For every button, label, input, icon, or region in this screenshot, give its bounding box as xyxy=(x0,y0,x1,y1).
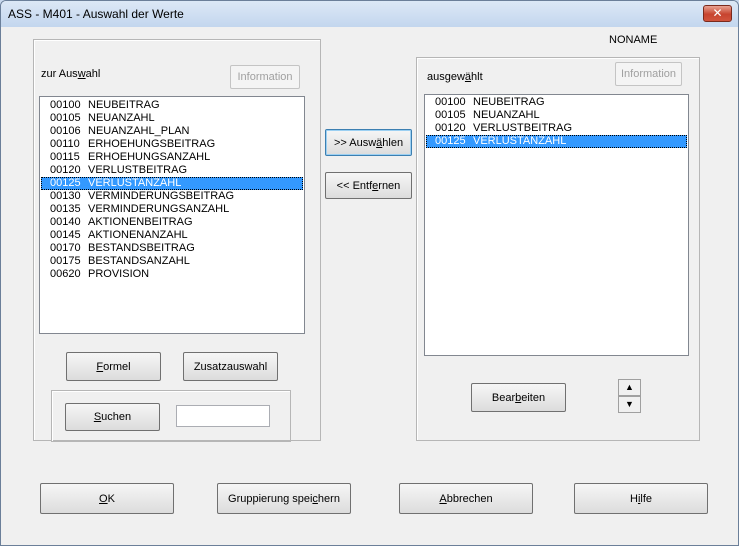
list-item[interactable]: 00170 BESTANDSBEITRAG xyxy=(41,242,303,255)
item-code: 00170 xyxy=(50,242,81,254)
list-item[interactable]: 00145 AKTIONENANZAHL xyxy=(41,229,303,242)
item-code: 00115 xyxy=(50,151,80,163)
item-name: PROVISION xyxy=(88,268,150,280)
item-code: 00110 xyxy=(50,138,80,150)
item-code: 00145 xyxy=(50,229,81,241)
list-item[interactable]: 00140 AKTIONENBEITRAG xyxy=(41,216,303,229)
left-information-button[interactable]: Information xyxy=(230,65,300,89)
item-code: 00140 xyxy=(50,216,81,228)
list-item[interactable]: 00105 NEUANZAHL xyxy=(41,112,303,125)
item-name: NEUANZAHL_PLAN xyxy=(88,125,190,137)
formel-button[interactable]: Formel xyxy=(66,352,161,381)
item-name: VERLUSTANZAHL xyxy=(88,177,182,189)
item-code: 00106 xyxy=(50,125,81,137)
list-item[interactable]: 00135 VERMINDERUNGSANZAHL xyxy=(41,203,303,216)
list-item[interactable]: 00120 VERLUSTBEITRAG xyxy=(426,122,687,135)
dialog-window: ASS - M401 - Auswahl der Werte ✕ NONAME … xyxy=(0,0,739,546)
item-code: 00100 xyxy=(50,99,81,111)
item-code: 00105 xyxy=(435,109,466,121)
list-item[interactable]: 00120 VERLUSTBEITRAG xyxy=(41,164,303,177)
selected-values-list[interactable]: 00100 NEUBEITRAG 00105 NEUANZAHL 00120 VERLUS… xyxy=(424,94,689,356)
up-arrow-icon: ▲ xyxy=(625,382,634,392)
abbrechen-button[interactable]: Abbrechen xyxy=(399,483,533,514)
item-name: BESTANDSBEITRAG xyxy=(88,242,195,254)
item-code: 00125 xyxy=(50,177,81,189)
list-item[interactable]: 00100 NEUBEITRAG xyxy=(41,99,303,112)
zusatzauswahl-button[interactable]: Zusatzauswahl xyxy=(183,352,278,381)
item-code: 00620 xyxy=(50,268,81,280)
window-title: ASS - M401 - Auswahl der Werte xyxy=(8,7,184,21)
right-information-button[interactable]: Information xyxy=(615,62,682,86)
auswaehlen-button[interactable]: >> Ausw ä hlen xyxy=(325,129,412,156)
list-item[interactable]: 00100 NEUBEITRAG xyxy=(426,96,687,109)
item-code: 00120 xyxy=(435,122,466,134)
item-name: VERLUSTBEITRAG xyxy=(473,122,573,134)
item-name: VERMINDERUNGSANZAHL xyxy=(88,203,230,215)
down-arrow-icon: ▼ xyxy=(625,399,634,409)
order-spinner: ▲ ▼ xyxy=(618,379,641,413)
item-name: AKTIONENBEITRAG xyxy=(88,216,193,228)
item-code: 00105 xyxy=(50,112,81,124)
move-down-button[interactable]: ▼ xyxy=(618,396,641,413)
search-input[interactable] xyxy=(176,405,270,427)
close-button[interactable]: ✕ xyxy=(703,5,732,22)
item-name: VERLUSTANZAHL xyxy=(473,135,567,147)
noname-label: NONAME xyxy=(609,34,658,46)
item-name: ERHOEHUNGSBEITRAG xyxy=(88,138,216,150)
list-item[interactable]: 00106 NEUANZAHL_PLAN xyxy=(41,125,303,138)
item-code: 00135 xyxy=(50,203,81,215)
bearbeiten-button[interactable]: Bear b eiten xyxy=(471,383,566,412)
item-code: 00120 xyxy=(50,164,81,176)
item-name: NEUBEITRAG xyxy=(88,99,160,111)
list-item[interactable]: 00130 VERMINDERUNGSBEITRAG xyxy=(41,190,303,203)
item-code: 00130 xyxy=(50,190,81,202)
dialog-client-area: NONAME zur Auswahl Information 00100 NEUB… xyxy=(1,27,738,545)
suchen-button[interactable]: Suchen xyxy=(65,403,160,431)
item-name: NEUANZAHL xyxy=(88,112,155,124)
gruppierung-speichern-button[interactable]: Gruppierung spei c hern xyxy=(217,483,351,514)
move-up-button[interactable]: ▲ xyxy=(618,379,641,396)
hilfe-button[interactable]: Hi lfe xyxy=(574,483,708,514)
item-code: 00100 xyxy=(435,96,466,108)
list-item[interactable]: 00620 PROVISION xyxy=(41,268,303,281)
item-name: AKTIONENANZAHL xyxy=(88,229,188,241)
list-item[interactable]: 00125 VERLUSTANZAHL xyxy=(426,135,687,148)
list-item[interactable]: 00175 BESTANDSANZAHL xyxy=(41,255,303,268)
item-name: BESTANDSANZAHL xyxy=(88,255,190,267)
item-name: VERLUSTBEITRAG xyxy=(88,164,188,176)
title-bar[interactable]: ASS - M401 - Auswahl der Werte ✕ xyxy=(1,1,738,27)
item-name: NEUBEITRAG xyxy=(473,96,545,108)
list-item[interactable]: 00125 VERLUSTANZAHL xyxy=(41,177,303,190)
entfernen-button[interactable]: << Entf e rnen xyxy=(325,172,412,199)
item-code: 00175 xyxy=(50,255,81,267)
item-code: 00125 xyxy=(435,135,466,147)
available-values-list[interactable]: 00100 NEUBEITRAG 00105 NEUANZAHL 00106 NEUANZ… xyxy=(39,96,305,334)
item-name: NEUANZAHL xyxy=(473,109,540,121)
selected-heading: ausgewählt xyxy=(427,71,483,83)
list-item[interactable]: 00105 NEUANZAHL xyxy=(426,109,687,122)
ok-button[interactable]: OK xyxy=(40,483,174,514)
available-heading: zur Auswahl xyxy=(41,68,101,80)
item-name: ERHOEHUNGSANZAHL xyxy=(88,151,211,163)
item-name: VERMINDERUNGSBEITRAG xyxy=(88,190,235,202)
list-item[interactable]: 00115 ERHOEHUNGSANZAHL xyxy=(41,151,303,164)
list-item[interactable]: 00110 ERHOEHUNGSBEITRAG xyxy=(41,138,303,151)
